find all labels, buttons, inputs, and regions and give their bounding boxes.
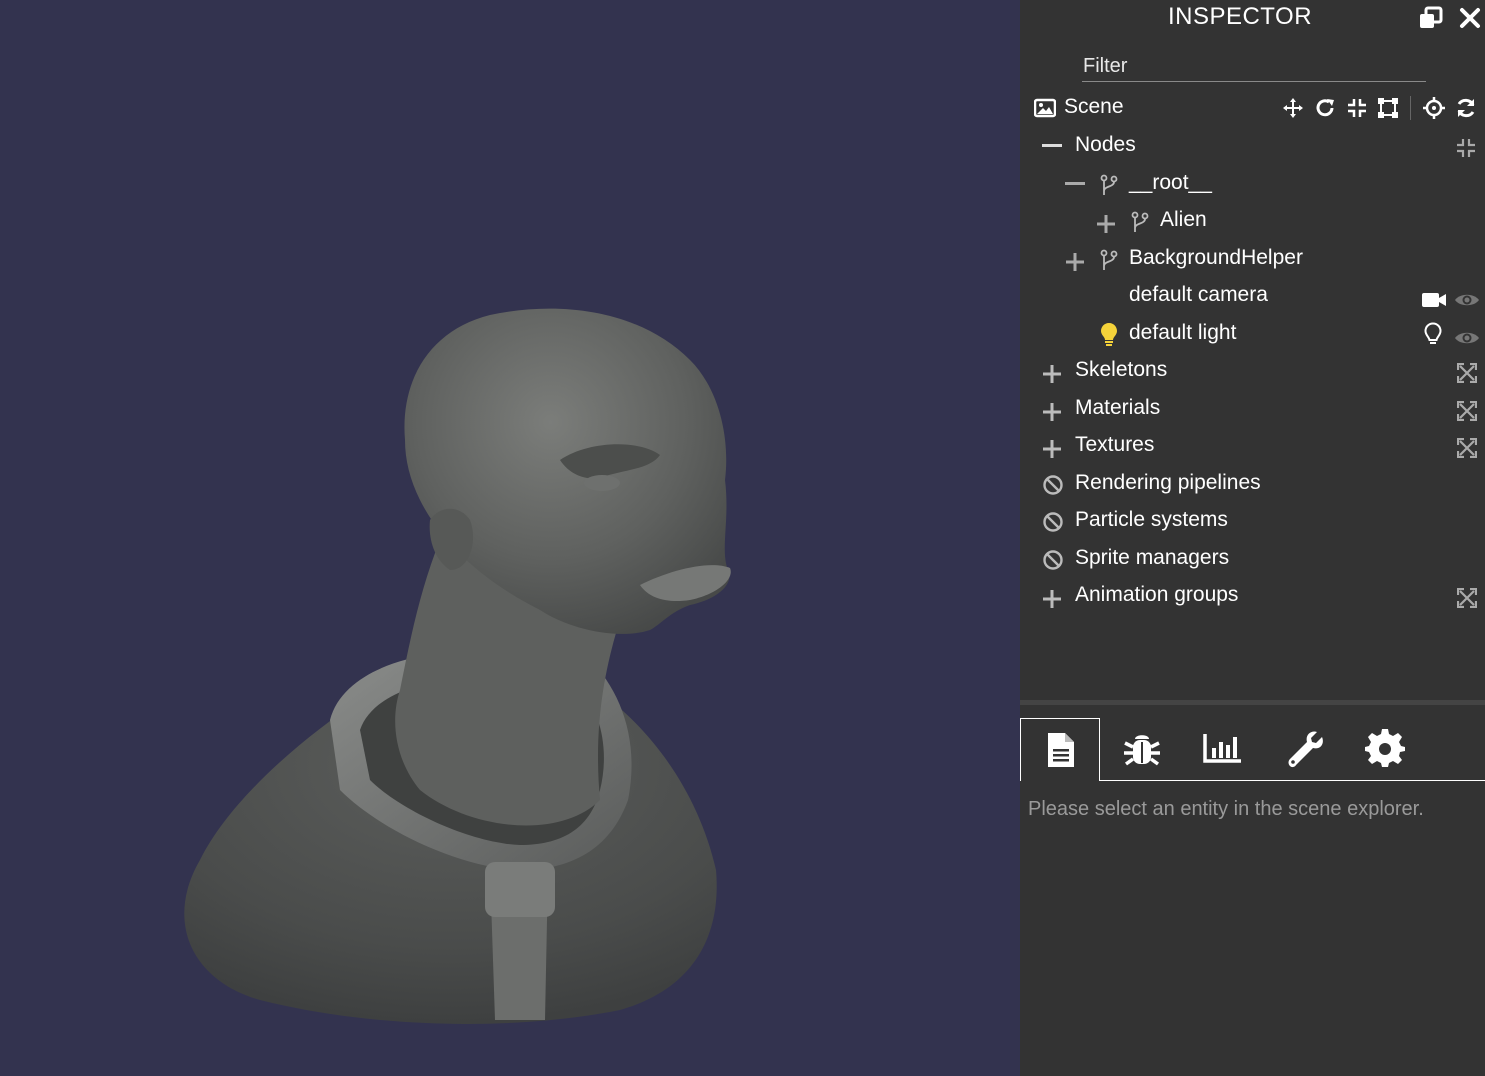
expand-all-icon[interactable]: [1456, 435, 1478, 469]
branch-icon: [1100, 173, 1118, 207]
expand-all-icon[interactable]: [1456, 585, 1478, 619]
tree-item-label: __root__: [1129, 171, 1212, 194]
tree-item-label: default camera: [1129, 283, 1268, 306]
popout-window-icon[interactable]: [1418, 5, 1444, 31]
document-icon: [1046, 732, 1076, 773]
inspector-title-bar: INSPECTOR: [1020, 0, 1485, 36]
rotate-icon[interactable]: [1314, 97, 1336, 124]
collapse-minus-icon: [1065, 182, 1085, 185]
image-icon: [1033, 96, 1057, 130]
section-label: Animation groups: [1075, 583, 1239, 606]
video-camera-icon[interactable]: [1421, 286, 1447, 320]
section-label: Textures: [1075, 433, 1155, 456]
scale-icon[interactable]: [1346, 97, 1368, 124]
section-rendering-pipelines: Rendering pipelines: [1042, 466, 1472, 500]
section-sprite-managers: Sprite managers: [1042, 541, 1472, 575]
section-label: Skeletons: [1075, 358, 1168, 381]
nodes-label: Nodes: [1075, 133, 1136, 156]
branch-icon: [1131, 210, 1149, 244]
expand-plus-icon: [1042, 361, 1062, 395]
section-label: Rendering pipelines: [1075, 471, 1261, 494]
section-label: Particle systems: [1075, 508, 1228, 531]
expand-plus-icon: [1042, 586, 1062, 620]
tree-item-backgroundhelper[interactable]: BackgroundHelper: [1065, 241, 1465, 275]
tab-tools[interactable]: [1264, 718, 1344, 781]
expand-plus-icon: [1096, 211, 1116, 245]
tree-item-label: BackgroundHelper: [1129, 246, 1303, 269]
expand-plus-icon: [1065, 249, 1085, 283]
bounding-box-icon[interactable]: [1377, 97, 1399, 124]
bug-icon: [1122, 730, 1162, 773]
section-animation-groups[interactable]: Animation groups: [1042, 578, 1478, 612]
nodes-section[interactable]: Nodes: [1042, 128, 1475, 162]
toolbar-divider: [1410, 96, 1411, 120]
move-icon[interactable]: [1282, 97, 1304, 124]
collapse-minus-icon: [1042, 144, 1062, 147]
branch-icon: [1100, 248, 1118, 282]
filter-input[interactable]: [1082, 52, 1426, 82]
empty-selection-message: Please select an entity in the scene exp…: [1028, 798, 1424, 820]
expand-all-icon[interactable]: [1456, 360, 1478, 394]
chart-icon: [1203, 732, 1243, 769]
tree-item-default-camera[interactable]: default camera: [1129, 278, 1479, 312]
inspector-tabs: [1020, 700, 1485, 781]
tree-item-label: Alien: [1160, 208, 1207, 231]
disabled-icon: [1042, 473, 1064, 507]
tree-item-default-light[interactable]: default light: [1100, 316, 1480, 350]
alien-bust-model: [184, 308, 731, 1024]
expand-plus-icon: [1042, 436, 1062, 470]
close-icon[interactable]: [1457, 5, 1483, 31]
collapse-all-icon[interactable]: [1456, 135, 1476, 169]
inspector-title: INSPECTOR: [1167, 3, 1313, 30]
tab-properties[interactable]: [1020, 718, 1100, 781]
tab-debug[interactable]: [1102, 718, 1182, 781]
refresh-icon[interactable]: [1455, 97, 1477, 124]
eye-icon[interactable]: [1454, 286, 1480, 320]
scene-header[interactable]: Scene: [1033, 90, 1274, 124]
section-label: Materials: [1075, 396, 1161, 419]
scene-label: Scene: [1064, 95, 1124, 118]
render-viewport[interactable]: [0, 0, 1020, 1076]
tree-item-alien[interactable]: Alien: [1096, 203, 1466, 237]
inspector-panel: INSPECTOR Scene: [1020, 0, 1485, 1076]
tab-settings[interactable]: [1345, 718, 1425, 781]
tree-item-root[interactable]: __root__: [1065, 166, 1465, 200]
section-particle-systems: Particle systems: [1042, 503, 1472, 537]
lightbulb-outline-icon[interactable]: [1424, 322, 1442, 357]
disabled-icon: [1042, 510, 1064, 544]
expand-all-icon[interactable]: [1456, 398, 1478, 432]
tree-item-label: default light: [1129, 321, 1237, 344]
section-skeletons[interactable]: Skeletons: [1042, 353, 1478, 387]
lightbulb-icon: [1100, 322, 1118, 357]
tab-statistics[interactable]: [1183, 718, 1263, 781]
section-label: Sprite managers: [1075, 546, 1230, 569]
section-textures[interactable]: Textures: [1042, 428, 1478, 462]
section-materials[interactable]: Materials: [1042, 391, 1478, 425]
gear-icon: [1365, 729, 1405, 774]
disabled-icon: [1042, 548, 1064, 582]
wrench-icon: [1286, 729, 1326, 774]
crosshair-icon[interactable]: [1423, 97, 1445, 124]
